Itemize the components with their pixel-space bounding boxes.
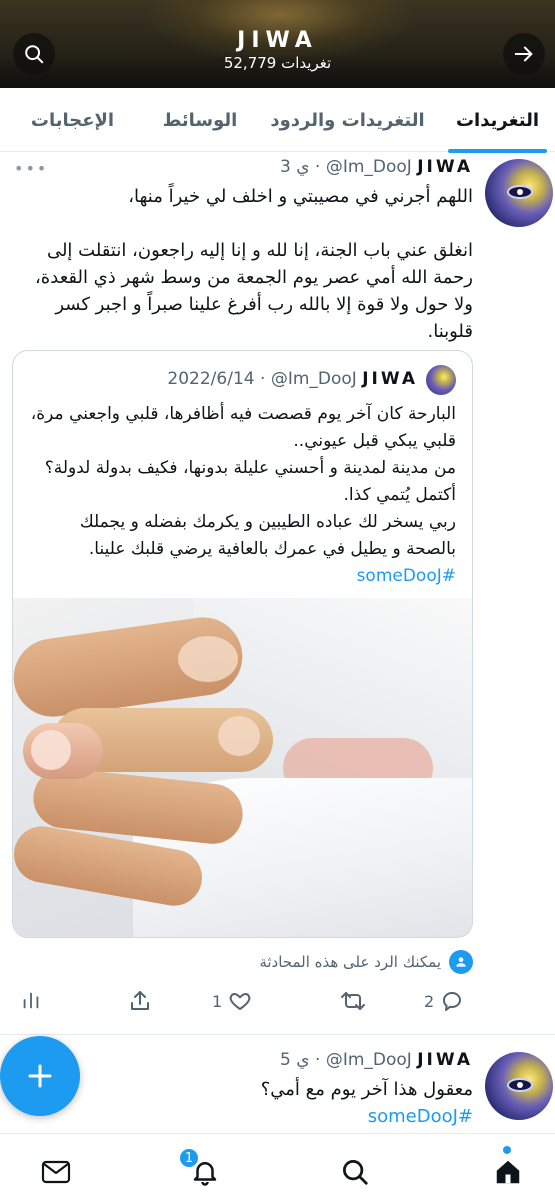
- quoted-author: JIWA: [362, 369, 418, 389]
- share-button[interactable]: [128, 989, 152, 1013]
- tweet-text: معقول هذا آخر يوم مع أمي؟ #someDooJ: [14, 1076, 473, 1130]
- nav-messages[interactable]: [36, 1154, 76, 1190]
- quoted-text-line: البارحة كان آخر يوم قصصت فيه أظافرها، قل…: [30, 404, 456, 451]
- quoted-header: 2022/6/14 · @Im_DooJ JIWA: [167, 369, 418, 389]
- tab-tweets-replies[interactable]: التغريدات والردود: [255, 88, 440, 152]
- hashtag-link[interactable]: #someDooJ: [357, 566, 456, 586]
- quoted-tweet[interactable]: 2022/6/14 · @Im_DooJ JIWA البارحة كان آخ…: [12, 350, 473, 938]
- tab-tweets[interactable]: التغريدات: [440, 88, 555, 153]
- tab-label: التغريدات: [455, 109, 540, 131]
- retweet-button[interactable]: [340, 989, 366, 1013]
- tab-label: التغريدات والردود: [270, 109, 425, 131]
- reply-icon: [443, 992, 462, 1011]
- people-icon: [449, 950, 473, 974]
- profile-header: JIWA 52,779 تغريدات: [0, 0, 555, 88]
- search-icon: [343, 1160, 368, 1185]
- quoted-text: البارحة كان آخر يوم قصصت فيه أظافرها، قل…: [25, 401, 456, 590]
- tweet-count: 52,779 تغريدات: [223, 54, 332, 72]
- bottom-nav: [0, 1133, 555, 1200]
- tweet[interactable]: 3 ي · @Im_DooJ JIWA ••• اللهم أجرني في م…: [0, 153, 555, 1035]
- heart-icon: [229, 993, 251, 1010]
- tab-label: الإعجابات: [30, 109, 115, 131]
- tweet-header: 3 ي · @Im_DooJ JIWA: [280, 157, 473, 177]
- hashtag-link[interactable]: #someDooJ: [368, 1106, 473, 1127]
- tweet-text-line: انغلق عني باب الجنة، إنا لله و إنا إليه …: [35, 240, 473, 342]
- quoted-text-line: من مدينة لمدينة و أحسني عليلة بدونها، فك…: [44, 458, 456, 505]
- quoted-avatar: [426, 365, 456, 395]
- reply-hint-text: يمكنك الرد على هذه المحادثة: [259, 953, 441, 971]
- stats-button[interactable]: [20, 989, 42, 1011]
- tweet-handle: @Im_DooJ: [325, 157, 412, 177]
- avatar[interactable]: [485, 159, 553, 227]
- tweet-time: 5 ي: [280, 1050, 310, 1070]
- like-button[interactable]: 1: [212, 989, 252, 1013]
- quoted-text-line: ربي يسخر لك عباده الطيبين و يكرمك بفضله …: [79, 512, 456, 559]
- tab-media[interactable]: الوسائط: [145, 88, 255, 152]
- tweet[interactable]: 5 ي · @Im_DooJ JIWA معقول هذا آخر يوم مع…: [0, 1036, 555, 1136]
- like-count: 1: [212, 991, 223, 1011]
- tweet-text-line: معقول هذا آخر يوم مع أمي؟: [260, 1079, 473, 1100]
- tweet-text-line: اللهم أجرني في مصيبتي و اخلف لي خيراً من…: [128, 186, 473, 207]
- compose-button[interactable]: [0, 1036, 80, 1116]
- tweet-handle: @Im_DooJ: [325, 1050, 412, 1070]
- tweet-author[interactable]: JIWA: [417, 157, 473, 177]
- quoted-handle: @Im_DooJ: [270, 369, 357, 389]
- home-new-indicator: [503, 1146, 511, 1154]
- profile-name: JIWA: [237, 28, 318, 53]
- tweet-header: 5 ي · @Im_DooJ JIWA: [280, 1050, 473, 1070]
- back-button[interactable]: [503, 33, 545, 75]
- reply-permission-hint: يمكنك الرد على هذه المحادثة: [259, 950, 473, 974]
- arrow-right-icon: [514, 46, 533, 62]
- home-icon: [496, 1160, 520, 1184]
- tweet-text: اللهم أجرني في مصيبتي و اخلف لي خيراً من…: [14, 183, 473, 345]
- share-icon: [131, 991, 149, 1010]
- reply-count: 2: [424, 991, 435, 1011]
- nav-explore[interactable]: [335, 1154, 375, 1190]
- notification-badge: 1: [178, 1147, 200, 1169]
- avatar[interactable]: [485, 1052, 553, 1120]
- retweet-icon: [341, 992, 365, 1010]
- tab-label: الوسائط: [162, 109, 238, 131]
- tweet-actions: 1 2: [14, 989, 473, 1017]
- stats-icon: [23, 992, 39, 1009]
- quoted-date: 2022/6/14: [167, 369, 255, 389]
- tweet-time: 3 ي: [280, 157, 310, 177]
- profile-tabs: التغريدات التغريدات والردود الوسائط الإع…: [0, 88, 555, 153]
- tweet-author[interactable]: JIWA: [417, 1050, 473, 1070]
- reply-button[interactable]: 2: [424, 989, 464, 1013]
- compose-icon: [28, 1064, 52, 1088]
- nav-home[interactable]: [488, 1154, 528, 1190]
- mail-icon: [41, 1160, 71, 1184]
- tab-likes[interactable]: الإعجابات: [0, 88, 145, 152]
- more-icon[interactable]: •••: [14, 159, 48, 178]
- quoted-photo[interactable]: [13, 598, 472, 937]
